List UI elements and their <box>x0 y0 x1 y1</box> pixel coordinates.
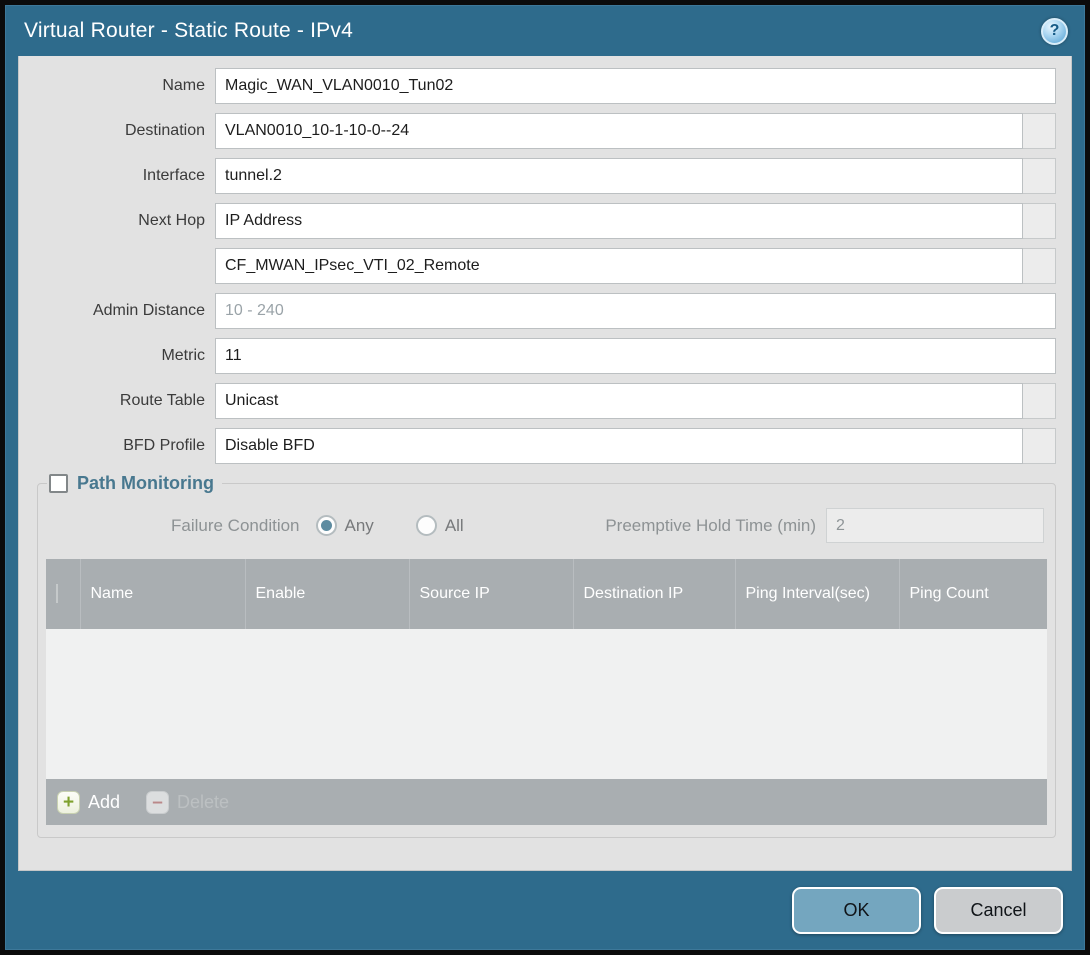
col-header-destination-ip[interactable]: Destination IP <box>573 559 735 629</box>
delete-button[interactable]: – Delete <box>146 791 229 814</box>
dialog-title: Virtual Router - Static Route - IPv4 <box>24 19 353 43</box>
bfd-profile-label: BFD Profile <box>37 437 215 455</box>
destination-label: Destination <box>37 122 215 140</box>
add-button[interactable]: + Add <box>57 791 120 814</box>
form-row-next-hop: Next Hop <box>37 203 1056 239</box>
route-table-dropdown-button[interactable] <box>1023 383 1056 419</box>
metric-input[interactable] <box>215 338 1056 374</box>
admin-distance-label: Admin Distance <box>37 302 215 320</box>
radio-all-label: All <box>445 516 464 536</box>
bfd-profile-input[interactable] <box>215 428 1023 464</box>
help-icon[interactable]: ? <box>1041 18 1068 45</box>
form-row-admin-distance: Admin Distance <box>37 293 1056 329</box>
dialog-titlebar: Virtual Router - Static Route - IPv4 ? <box>6 6 1084 56</box>
failure-condition-radio-group: Any All <box>300 515 490 536</box>
minus-icon: – <box>146 791 169 814</box>
select-all-checkbox[interactable] <box>56 584 58 603</box>
col-header-name[interactable]: Name <box>80 559 245 629</box>
add-button-label: Add <box>88 792 120 813</box>
radio-all[interactable] <box>416 515 437 536</box>
form-row-interface: Interface <box>37 158 1056 194</box>
destination-input[interactable] <box>215 113 1023 149</box>
destination-dropdown-button[interactable] <box>1023 113 1056 149</box>
delete-button-label: Delete <box>177 792 229 813</box>
dialog-content: Name Destination Interface <box>18 56 1072 871</box>
path-monitoring-group: Path Monitoring Failure Condition Any Al… <box>37 473 1056 838</box>
path-monitoring-checkbox[interactable] <box>49 474 68 493</box>
form-row-name: Name <box>37 68 1056 104</box>
interface-input[interactable] <box>215 158 1023 194</box>
radio-any[interactable] <box>316 515 337 536</box>
next-hop-type-input[interactable] <box>215 203 1023 239</box>
ok-button[interactable]: OK <box>792 887 921 934</box>
empty-table-body <box>46 629 1047 779</box>
bfd-profile-dropdown-button[interactable] <box>1023 428 1056 464</box>
form-row-destination: Destination <box>37 113 1056 149</box>
path-monitoring-table: Name Enable Source IP Destination IP Pin… <box>46 559 1047 825</box>
next-hop-address-dropdown-button[interactable] <box>1023 248 1056 284</box>
table-header-row: Name Enable Source IP Destination IP Pin… <box>46 559 1047 629</box>
path-monitoring-title: Path Monitoring <box>77 473 214 494</box>
static-route-dialog: Virtual Router - Static Route - IPv4 ? N… <box>5 5 1085 950</box>
admin-distance-input[interactable] <box>215 293 1056 329</box>
form-row-route-table: Route Table <box>37 383 1056 419</box>
col-header-ping-count[interactable]: Ping Count <box>899 559 1047 629</box>
failure-condition-label: Failure Condition <box>171 516 300 536</box>
interface-dropdown-button[interactable] <box>1023 158 1056 194</box>
table-action-bar: + Add – Delete <box>46 779 1047 825</box>
route-table-label: Route Table <box>37 392 215 410</box>
plus-icon: + <box>57 791 80 814</box>
form-row-metric: Metric <box>37 338 1056 374</box>
cancel-button[interactable]: Cancel <box>934 887 1063 934</box>
path-monitoring-legend: Path Monitoring <box>47 473 222 494</box>
name-label: Name <box>37 77 215 95</box>
radio-any-label: Any <box>345 516 374 536</box>
col-header-ping-interval[interactable]: Ping Interval(sec) <box>735 559 899 629</box>
next-hop-label: Next Hop <box>37 212 215 230</box>
next-hop-address-input[interactable] <box>215 248 1023 284</box>
metric-label: Metric <box>37 347 215 365</box>
form-row-bfd-profile: BFD Profile <box>37 428 1056 464</box>
col-header-enable[interactable]: Enable <box>245 559 409 629</box>
screenshot-frame: Virtual Router - Static Route - IPv4 ? N… <box>0 0 1090 955</box>
preemptive-hold-label: Preemptive Hold Time (min) <box>605 516 816 536</box>
col-header-source-ip[interactable]: Source IP <box>409 559 573 629</box>
name-input[interactable] <box>215 68 1056 104</box>
form-row-next-hop-address <box>37 248 1056 284</box>
preemptive-hold-input[interactable] <box>826 508 1044 543</box>
dialog-footer: OK Cancel <box>6 871 1084 949</box>
next-hop-type-dropdown-button[interactable] <box>1023 203 1056 239</box>
interface-label: Interface <box>37 167 215 185</box>
route-table-input[interactable] <box>215 383 1023 419</box>
path-monitoring-controls: Failure Condition Any All Preemptive Hol… <box>49 508 1044 543</box>
